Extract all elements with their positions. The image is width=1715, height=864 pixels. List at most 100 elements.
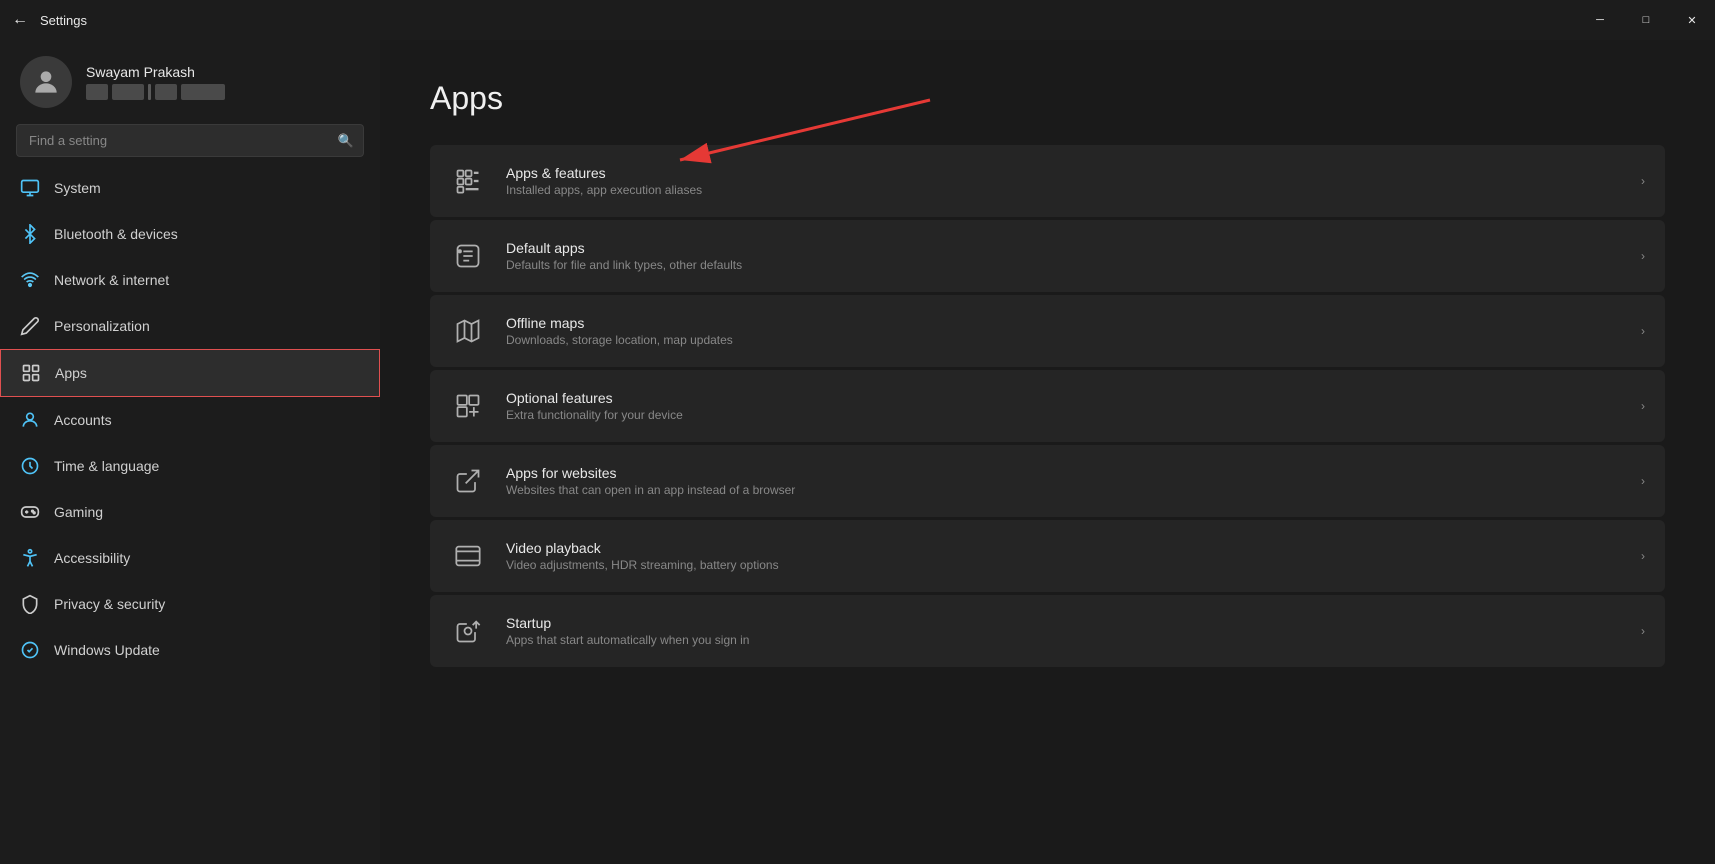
system-icon (20, 178, 40, 198)
update-icon (20, 640, 40, 660)
apps-features-chevron: › (1641, 174, 1645, 188)
minimize-button[interactable]: ─ (1577, 0, 1623, 40)
personalization-icon (20, 316, 40, 336)
gaming-icon (20, 502, 40, 522)
sidebar-item-bluetooth[interactable]: Bluetooth & devices (0, 211, 380, 257)
search-icon: 🔍 (338, 133, 354, 149)
sidebar: Swayam Prakash 🔍 System (0, 40, 380, 864)
content-area: Apps Apps & feat (380, 40, 1715, 864)
startup-text: Startup Apps that start automatically wh… (506, 615, 1621, 647)
apps-websites-title: Apps for websites (506, 465, 1621, 481)
startup-desc: Apps that start automatically when you s… (506, 633, 1621, 647)
sidebar-item-label-system: System (54, 180, 101, 196)
video-playback-chevron: › (1641, 549, 1645, 563)
video-playback-desc: Video adjustments, HDR streaming, batter… (506, 558, 1621, 572)
startup-title: Startup (506, 615, 1621, 631)
settings-item-default-apps[interactable]: Default apps Defaults for file and link … (430, 220, 1665, 292)
sidebar-item-network[interactable]: Network & internet (0, 257, 380, 303)
offline-maps-desc: Downloads, storage location, map updates (506, 333, 1621, 347)
offline-maps-title: Offline maps (506, 315, 1621, 331)
optional-features-icon (450, 388, 486, 424)
badge-1 (86, 84, 108, 100)
back-icon[interactable]: ← (12, 11, 28, 29)
apps-icon (21, 363, 41, 383)
offline-maps-chevron: › (1641, 324, 1645, 338)
apps-websites-text: Apps for websites Websites that can open… (506, 465, 1621, 497)
time-icon (20, 456, 40, 476)
title-bar: ← Settings ─ □ ✕ (0, 0, 1715, 40)
settings-item-offline-maps[interactable]: Offline maps Downloads, storage location… (430, 295, 1665, 367)
sidebar-item-privacy[interactable]: Privacy & security (0, 581, 380, 627)
sidebar-item-label-accessibility: Accessibility (54, 550, 130, 566)
badge-2 (112, 84, 144, 100)
badge-sep (148, 84, 151, 100)
apps-websites-icon (450, 463, 486, 499)
apps-features-text: Apps & features Installed apps, app exec… (506, 165, 1621, 197)
sidebar-item-accessibility[interactable]: Accessibility (0, 535, 380, 581)
sidebar-item-label-privacy: Privacy & security (54, 596, 165, 612)
user-profile[interactable]: Swayam Prakash (0, 40, 380, 120)
optional-features-desc: Extra functionality for your device (506, 408, 1621, 422)
accessibility-icon (20, 548, 40, 568)
settings-item-optional-features[interactable]: Optional features Extra functionality fo… (430, 370, 1665, 442)
optional-features-text: Optional features Extra functionality fo… (506, 390, 1621, 422)
settings-item-apps-features[interactable]: Apps & features Installed apps, app exec… (430, 145, 1665, 217)
settings-list: Apps & features Installed apps, app exec… (430, 145, 1665, 667)
apps-features-icon (450, 163, 486, 199)
default-apps-chevron: › (1641, 249, 1645, 263)
settings-item-startup[interactable]: Startup Apps that start automatically wh… (430, 595, 1665, 667)
user-badges (86, 84, 225, 100)
sidebar-item-label-time: Time & language (54, 458, 159, 474)
sidebar-item-gaming[interactable]: Gaming (0, 489, 380, 535)
sidebar-item-update[interactable]: Windows Update (0, 627, 380, 673)
privacy-icon (20, 594, 40, 614)
offline-maps-text: Offline maps Downloads, storage location… (506, 315, 1621, 347)
search-input[interactable] (16, 124, 364, 157)
settings-item-apps-websites[interactable]: Apps for websites Websites that can open… (430, 445, 1665, 517)
user-info: Swayam Prakash (86, 64, 225, 100)
settings-item-video-playback[interactable]: Video playback Video adjustments, HDR st… (430, 520, 1665, 592)
sidebar-item-label-gaming: Gaming (54, 504, 103, 520)
sidebar-item-label-accounts: Accounts (54, 412, 112, 428)
sidebar-item-apps[interactable]: Apps (0, 349, 380, 397)
video-playback-icon (450, 538, 486, 574)
title-bar-title: Settings (40, 13, 87, 28)
user-name: Swayam Prakash (86, 64, 225, 80)
badge-3 (155, 84, 177, 100)
sidebar-item-personalization[interactable]: Personalization (0, 303, 380, 349)
sidebar-item-system[interactable]: System (0, 165, 380, 211)
apps-websites-desc: Websites that can open in an app instead… (506, 483, 1621, 497)
startup-icon (450, 613, 486, 649)
apps-websites-chevron: › (1641, 474, 1645, 488)
default-apps-text: Default apps Defaults for file and link … (506, 240, 1621, 272)
default-apps-title: Default apps (506, 240, 1621, 256)
nav-list: System Bluetooth & devices Network & int… (0, 165, 380, 673)
sidebar-item-label-apps: Apps (55, 365, 87, 381)
startup-chevron: › (1641, 624, 1645, 638)
page-title: Apps (430, 80, 1665, 117)
sidebar-item-accounts[interactable]: Accounts (0, 397, 380, 443)
apps-features-desc: Installed apps, app execution aliases (506, 183, 1621, 197)
sidebar-item-label-bluetooth: Bluetooth & devices (54, 226, 178, 242)
maximize-button[interactable]: □ (1623, 0, 1669, 40)
optional-features-chevron: › (1641, 399, 1645, 413)
person-icon (30, 66, 62, 98)
badge-4 (181, 84, 225, 100)
sidebar-item-label-personalization: Personalization (54, 318, 150, 334)
offline-maps-icon (450, 313, 486, 349)
default-apps-icon (450, 238, 486, 274)
sidebar-item-time[interactable]: Time & language (0, 443, 380, 489)
accounts-icon (20, 410, 40, 430)
avatar (20, 56, 72, 108)
optional-features-title: Optional features (506, 390, 1621, 406)
bluetooth-icon (20, 224, 40, 244)
sidebar-item-label-network: Network & internet (54, 272, 169, 288)
sidebar-item-label-update: Windows Update (54, 642, 160, 658)
search-box: 🔍 (16, 124, 364, 157)
video-playback-title: Video playback (506, 540, 1621, 556)
default-apps-desc: Defaults for file and link types, other … (506, 258, 1621, 272)
main-layout: Swayam Prakash 🔍 System (0, 40, 1715, 864)
network-icon (20, 270, 40, 290)
title-bar-controls: ─ □ ✕ (1577, 0, 1715, 40)
close-button[interactable]: ✕ (1669, 0, 1715, 40)
